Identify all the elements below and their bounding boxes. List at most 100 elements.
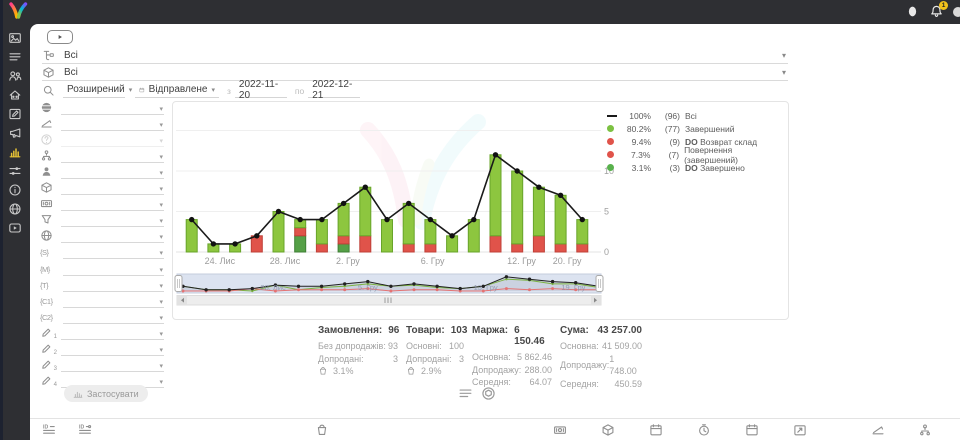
- stat-title: Сума:: [560, 325, 589, 336]
- notifications-bell-icon[interactable]: 1: [929, 4, 944, 19]
- id-list-icon[interactable]: ID: [42, 423, 56, 437]
- filter-structure[interactable]: ▾: [40, 147, 164, 163]
- date-to-input[interactable]: 2022-12-21: [308, 82, 360, 98]
- view-list-toggle[interactable]: [458, 386, 473, 401]
- sidebar-item-lists[interactable]: [8, 50, 22, 64]
- stat-column: Товари:103Основні:100Допродані:32.9%: [406, 325, 464, 378]
- filter-utm-medium-select[interactable]: ▾: [63, 262, 164, 276]
- sitemap-icon[interactable]: [918, 423, 932, 437]
- filter-custom-field-2[interactable]: 2▾: [40, 340, 164, 356]
- chevron-down-icon: ▾: [159, 314, 163, 322]
- legend-item[interactable]: 7.3%(7)Повернення (завершений): [607, 148, 787, 161]
- calendar-alt-icon[interactable]: [745, 423, 759, 437]
- apply-filters-button[interactable]: Застосувати: [64, 385, 148, 402]
- app-logo-icon[interactable]: [7, 2, 29, 22]
- stat-row-label: Допродажу:: [472, 364, 521, 377]
- legend-item[interactable]: 80.2%(77)Завершений: [607, 122, 787, 135]
- stat-row-value: 3.1%: [333, 365, 354, 378]
- filter-level-select[interactable]: ▾: [61, 117, 164, 131]
- apply-button-label: Застосувати: [87, 389, 139, 399]
- svg-text:2. Гру: 2. Гру: [336, 256, 360, 266]
- filter-utm-source-glyph: {S}: [40, 248, 55, 257]
- pencil-icon: 4: [40, 374, 53, 387]
- stat-row-value: 1 748.00: [609, 353, 642, 378]
- stat-row-value: 2.9%: [421, 365, 442, 378]
- legend-label: Завершений: [685, 124, 734, 134]
- filter-utm-term-select[interactable]: ▾: [63, 278, 164, 292]
- sidebar-item-video[interactable]: [8, 221, 22, 235]
- calendar-icon[interactable]: [649, 423, 663, 437]
- filter-country-select[interactable]: ▾: [61, 101, 164, 115]
- chevron-down-icon: ▾: [159, 378, 163, 386]
- sidebar-item-ads[interactable]: [8, 107, 22, 121]
- stat-value: 43 257.00: [598, 325, 643, 336]
- filter-country[interactable]: ▾: [40, 99, 164, 115]
- filter-source[interactable]: ▾: [40, 227, 164, 243]
- filter-utm-content-1[interactable]: {C1} ▾: [40, 292, 164, 308]
- chevron-down-icon: ▾: [159, 105, 163, 113]
- level-icon[interactable]: [871, 423, 885, 437]
- legend-percent: 7.3%: [621, 150, 651, 160]
- package-icon[interactable]: [601, 423, 615, 437]
- sidebar-item-media[interactable]: [8, 31, 22, 45]
- filter-status[interactable]: ▾: [40, 131, 164, 147]
- cup-icon[interactable]: [315, 423, 329, 437]
- filter-utm-content-1-glyph: {C1}: [40, 297, 55, 306]
- filter-utm-medium-glyph: {M}: [40, 265, 55, 274]
- filter-custom-field-1[interactable]: 1▾: [40, 324, 164, 340]
- filter-utm-source[interactable]: {S} ▾: [40, 243, 164, 259]
- profile-circle[interactable]: [953, 7, 960, 17]
- filter-utm-term[interactable]: {T} ▾: [40, 276, 164, 292]
- filter-funnel-select[interactable]: ▾: [61, 213, 164, 227]
- view-products-toggle[interactable]: [481, 386, 496, 401]
- legend-item[interactable]: 100%(96)Всі: [607, 109, 787, 122]
- filter-manager-select[interactable]: ▾: [61, 165, 164, 179]
- svg-text:6. Гру: 6. Гру: [421, 256, 445, 266]
- filter-custom-field-3[interactable]: 3▾: [40, 356, 164, 372]
- legend-percent: 80.2%: [621, 124, 651, 134]
- funnel-icon: [40, 213, 53, 226]
- filter-payment[interactable]: ▾: [40, 195, 164, 211]
- chevron-down-icon: ▾: [782, 68, 788, 77]
- filter-product[interactable]: ▾: [40, 179, 164, 195]
- date-from-input[interactable]: 2022-11-20: [235, 82, 287, 98]
- sidebar-item-company[interactable]: [8, 88, 22, 102]
- cup-icon: [318, 366, 328, 376]
- sidebar-item-settings[interactable]: [8, 164, 22, 178]
- stat-row-label: Середня:: [560, 378, 599, 391]
- money-icon[interactable]: [553, 423, 567, 437]
- filter-custom-field-1-select[interactable]: ▾: [61, 326, 164, 340]
- sidebar-item-users[interactable]: [8, 69, 22, 83]
- filter-funnel[interactable]: ▾: [40, 211, 164, 227]
- filter-manager[interactable]: ▾: [40, 163, 164, 179]
- filter-status-select[interactable]: ▾: [61, 133, 164, 147]
- id-status-icon[interactable]: ID: [78, 423, 92, 437]
- stopwatch-icon[interactable]: [697, 423, 711, 437]
- chevron-down-icon: ▾: [159, 137, 163, 145]
- filter-utm-content-1-select[interactable]: ▾: [63, 294, 164, 308]
- app-window: 1 Всі ▾ Всі ▾ Розширений ▾: [0, 0, 960, 440]
- filter-utm-content-2-select[interactable]: ▾: [63, 310, 164, 324]
- filter-utm-content-2[interactable]: {C2}▾: [40, 308, 164, 324]
- filter-product-select[interactable]: ▾: [61, 181, 164, 195]
- sidebar-item-campaigns[interactable]: [8, 126, 22, 140]
- cup-icon: [406, 366, 416, 376]
- stat-column: Маржа:6 150.46Основна:5 862.46Допродажу:…: [472, 325, 552, 389]
- filter-custom-field-3-select[interactable]: ▾: [61, 358, 164, 372]
- filter-utm-source-select[interactable]: ▾: [63, 245, 164, 259]
- calendar-export-icon[interactable]: [793, 423, 807, 437]
- sidebar-item-info[interactable]: [8, 183, 22, 197]
- filter-source-select[interactable]: ▾: [61, 229, 164, 243]
- filter-utm-medium[interactable]: {M} ▾: [40, 260, 164, 276]
- chevron-down-icon: ▾: [159, 185, 163, 193]
- sidebar-item-web[interactable]: [8, 202, 22, 216]
- stat-title: Маржа:: [472, 325, 508, 347]
- filter-payment-select[interactable]: ▾: [61, 197, 164, 211]
- avatar[interactable]: [905, 4, 920, 19]
- filter-level[interactable]: ▾: [40, 115, 164, 131]
- pencil-icon: 1: [40, 326, 53, 339]
- filter-utm-term-glyph: {T}: [40, 281, 55, 290]
- sidebar-item-statistics[interactable]: [8, 145, 22, 159]
- filter-custom-field-2-select[interactable]: ▾: [61, 342, 164, 356]
- filter-structure-select[interactable]: ▾: [61, 149, 164, 163]
